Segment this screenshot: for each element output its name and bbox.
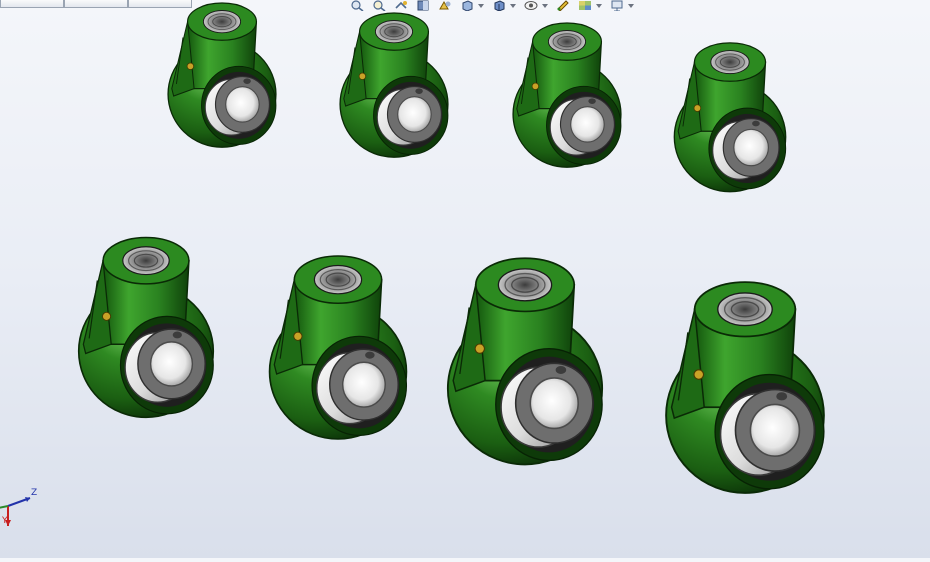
zoom-to-fit-icon[interactable] [350,0,364,11]
hide-show-dropdown-icon[interactable] [542,3,548,8]
view-settings-icon[interactable] [610,0,624,11]
dynamic-annotation-icon[interactable] [438,0,452,11]
graphics-area[interactable]: Z Y [0,0,930,558]
rod-end-part-7[interactable] [446,257,604,466]
rod-end-part-3[interactable] [512,22,622,168]
cad-application-window: Z Y [0,0,930,558]
reference-triad: Z Y [0,486,44,530]
apply-scene-dropdown-icon[interactable] [596,3,602,8]
rod-end-part-8[interactable] [665,281,825,494]
rod-end-part-6[interactable] [268,255,408,440]
zoom-to-area-icon[interactable] [372,0,386,11]
model-viewport[interactable] [0,0,930,558]
apply-scene-icon[interactable] [578,0,592,11]
rod-end-part-2[interactable] [339,12,449,158]
triad-y-label: Y [2,516,8,526]
display-style-dropdown-icon[interactable] [510,3,516,8]
view-orientation-dropdown-icon[interactable] [478,3,484,8]
edit-appearance-icon[interactable] [556,0,570,11]
display-style-icon[interactable] [492,0,506,11]
hide-show-items-icon[interactable] [524,0,538,11]
triad-z-label: Z [31,488,38,498]
view-settings-dropdown-icon[interactable] [628,3,634,8]
rod-end-part-4[interactable] [673,42,787,193]
rod-end-part-5[interactable] [77,236,215,419]
rod-end-part-1[interactable] [167,2,277,148]
view-orientation-icon[interactable] [460,0,474,11]
section-view-icon[interactable] [416,0,430,11]
heads-up-view-toolbar [350,0,634,11]
previous-view-icon[interactable] [394,0,408,11]
